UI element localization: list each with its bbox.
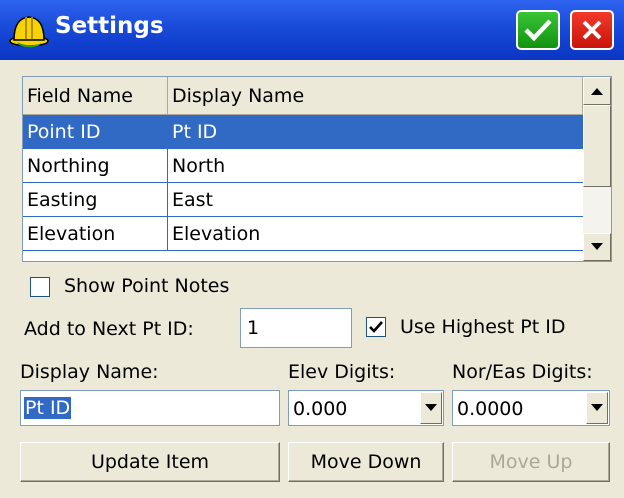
cell-display-name: Elevation (172, 222, 261, 245)
chevron-down-icon (425, 404, 437, 411)
scroll-thumb[interactable] (583, 105, 611, 187)
cell-field-name: Point ID (23, 115, 168, 148)
display-name-label: Display Name: (20, 361, 159, 383)
ok-button[interactable] (516, 10, 560, 50)
cell-field-name: Elevation (23, 217, 168, 250)
next-pt-id-input[interactable]: 1 (240, 308, 352, 348)
elev-digits-label: Elev Digits: (288, 361, 396, 383)
update-item-button[interactable]: Update Item (20, 442, 280, 482)
move-down-button[interactable]: Move Down (288, 442, 444, 482)
checkmark-icon (524, 19, 552, 42)
column-header-display-name[interactable]: Display Name (168, 77, 583, 114)
grid-row-easting[interactable]: Easting East (23, 183, 583, 217)
show-point-notes-label: Show Point Notes (64, 275, 230, 297)
show-point-notes-checkbox[interactable] (30, 277, 50, 297)
scroll-up-button[interactable] (583, 77, 611, 105)
nor-eas-digits-value: 0.0000 (457, 398, 524, 420)
elev-digits-select[interactable]: 0.000 (288, 390, 444, 426)
use-highest-label: Use Highest Pt ID (400, 316, 566, 338)
field-grid[interactable]: Field Name Display Name Point ID Pt ID N… (22, 76, 612, 262)
elev-digits-dropdown-button[interactable] (420, 392, 442, 424)
cell-display-name: Pt ID (172, 120, 218, 143)
nor-eas-digits-label: Nor/Eas Digits: (452, 361, 593, 383)
arrow-up-icon (591, 88, 603, 95)
checkmark-icon (369, 321, 383, 333)
cell-field-name: Northing (23, 149, 168, 182)
nor-eas-digits-dropdown-button[interactable] (586, 392, 608, 424)
next-pt-id-label: Add to Next Pt ID: (24, 318, 194, 340)
cell-field-name: Easting (23, 183, 168, 216)
window-title: Settings (55, 13, 164, 39)
display-name-input[interactable]: Pt ID (20, 390, 280, 426)
grid-row-point-id[interactable]: Point ID Pt ID (23, 115, 583, 149)
title-bar: Settings (0, 0, 624, 60)
nor-eas-digits-select[interactable]: 0.0000 (452, 390, 610, 426)
elev-digits-value: 0.000 (293, 398, 348, 420)
column-header-field-name[interactable]: Field Name (23, 77, 168, 114)
use-highest-checkbox[interactable] (366, 317, 386, 337)
grid-scrollbar[interactable] (583, 77, 611, 261)
move-up-button[interactable]: Move Up (452, 442, 610, 482)
arrow-down-icon (591, 243, 603, 250)
cell-display-name: North (172, 154, 226, 177)
grid-row-elevation[interactable]: Elevation Elevation (23, 217, 583, 251)
hardhat-icon (9, 16, 49, 48)
display-name-value: Pt ID (24, 397, 72, 419)
grid-row-northing[interactable]: Northing North (23, 149, 583, 183)
close-icon (582, 20, 602, 40)
cell-display-name: East (172, 188, 213, 211)
grid-header: Field Name Display Name (23, 77, 583, 115)
scroll-down-button[interactable] (583, 233, 611, 261)
chevron-down-icon (591, 404, 603, 411)
next-pt-id-value: 1 (247, 317, 260, 339)
cancel-button[interactable] (570, 10, 614, 50)
